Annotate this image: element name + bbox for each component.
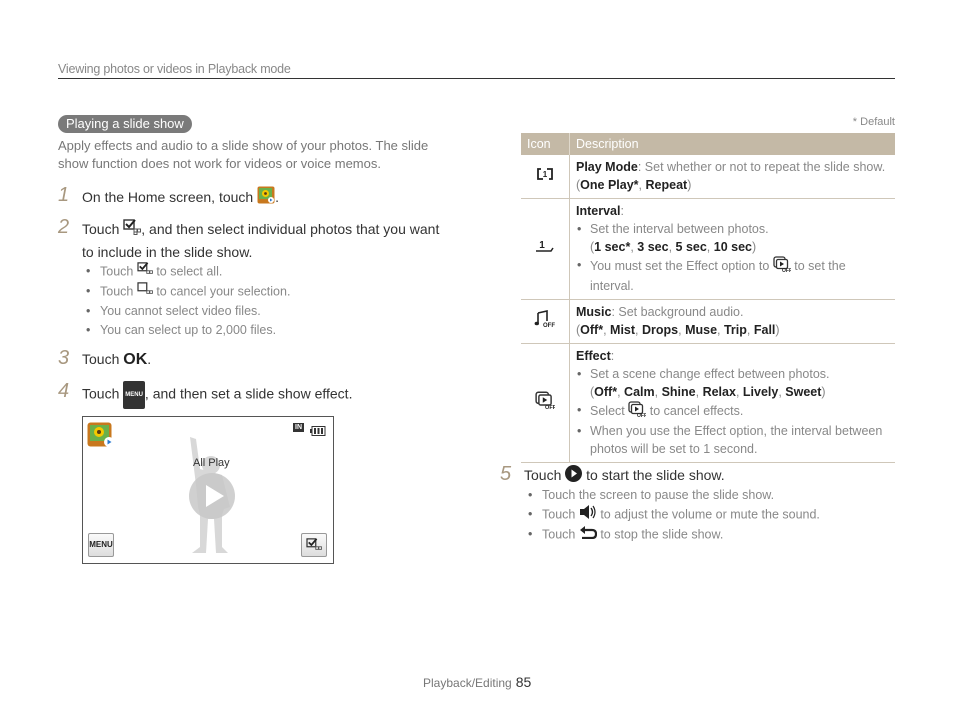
interval-icon: 1 xyxy=(535,239,555,258)
effect-off-icon: OFF xyxy=(535,391,557,414)
list-item: Touch to cancel your selection. xyxy=(84,282,290,302)
album-icon[interactable] xyxy=(87,422,115,453)
step-2-bullets: Touch to select all. Touch to cancel you… xyxy=(84,262,290,340)
play-circle-icon xyxy=(565,464,583,488)
deselect-icon xyxy=(137,282,153,302)
list-item: You cannot select video files. xyxy=(84,302,290,321)
section-intro: Apply effects and audio to a slide show … xyxy=(58,138,429,171)
svg-text:OFF: OFF xyxy=(545,405,555,409)
step-5: Touch to start the slide show. xyxy=(524,464,725,488)
effect-off-icon: OFF xyxy=(628,401,647,422)
repeat-icon: 1 xyxy=(535,167,555,186)
step-5-bullets: Touch the screen to pause the slide show… xyxy=(526,486,820,545)
list-item: Touch to select all. xyxy=(84,262,290,282)
select-all-icon xyxy=(123,219,142,241)
list-item: Select OFF to cancel effects. xyxy=(576,401,889,422)
section-title: Playing a slide show xyxy=(58,115,192,133)
menu-icon: MENU xyxy=(123,381,145,409)
ok-icon: OK xyxy=(123,351,148,368)
step-3: Touch OK. xyxy=(82,351,152,368)
list-item: You can select up to 2,000 files. xyxy=(84,321,290,340)
step-number: 4 xyxy=(58,380,70,402)
footer-section: Playback/Editing xyxy=(423,676,512,690)
play-button[interactable] xyxy=(188,472,236,525)
list-item: When you use the Effect option, the inte… xyxy=(576,422,889,458)
list-item: Touch the screen to pause the slide show… xyxy=(526,486,820,505)
step-number: 2 xyxy=(58,216,70,238)
svg-text:1: 1 xyxy=(539,240,545,251)
table-row: 1 Play Mode: Set whether or not to repea… xyxy=(521,155,895,199)
options-table: Icon Description 1 Play Mode: Set whethe… xyxy=(521,133,895,463)
column-header: Icon xyxy=(521,133,570,155)
back-icon xyxy=(579,525,597,545)
list-item: Touch to adjust the volume or mute the s… xyxy=(526,505,820,525)
step-number: 5 xyxy=(500,463,512,485)
step-number: 1 xyxy=(58,184,70,206)
svg-text:OFF: OFF xyxy=(543,323,555,328)
menu-button[interactable]: MENU xyxy=(88,533,114,557)
battery-icon xyxy=(310,423,326,441)
memory-icon: IN xyxy=(293,423,304,432)
svg-text:OFF: OFF xyxy=(637,413,646,417)
step-4: Touch MENU, and then set a slide show ef… xyxy=(82,381,352,409)
all-play-label: All Play xyxy=(193,457,230,469)
table-row: OFF Effect: Set a scene change effect be… xyxy=(521,343,895,463)
table-row: OFF Music: Set background audio. (Off*, M… xyxy=(521,299,895,344)
svg-text:1: 1 xyxy=(543,170,548,179)
list-item: Set a scene change effect between photos… xyxy=(576,365,889,401)
table-row: 1 Interval: Set the interval between pho… xyxy=(521,198,895,300)
step-number: 3 xyxy=(58,347,70,369)
step-1: On the Home screen, touch . xyxy=(82,186,279,210)
select-all-icon xyxy=(137,262,153,282)
select-all-button[interactable] xyxy=(301,533,327,557)
list-item: Set the interval between photos.(1 sec*,… xyxy=(576,220,889,256)
camera-screen-illustration: IN All Play MENU xyxy=(82,416,334,564)
album-icon xyxy=(257,186,275,210)
svg-text:OFF: OFF xyxy=(782,268,791,272)
page-footer: Playback/Editing 85 xyxy=(423,674,531,690)
volume-icon xyxy=(579,505,597,525)
list-item: Touch to stop the slide show. xyxy=(526,525,820,545)
effect-off-icon: OFF xyxy=(773,256,792,277)
list-item: You must set the Effect option to OFF to… xyxy=(576,256,889,295)
music-off-icon: OFF xyxy=(534,309,556,333)
default-note: * Default xyxy=(852,116,895,128)
column-header: Description xyxy=(569,133,895,155)
page-header: Viewing photos or videos in Playback mod… xyxy=(58,62,895,79)
step-text: On the Home screen, touch xyxy=(82,189,254,205)
step-2: Touch , and then select individual photo… xyxy=(82,219,440,261)
page-number: 85 xyxy=(515,674,532,690)
